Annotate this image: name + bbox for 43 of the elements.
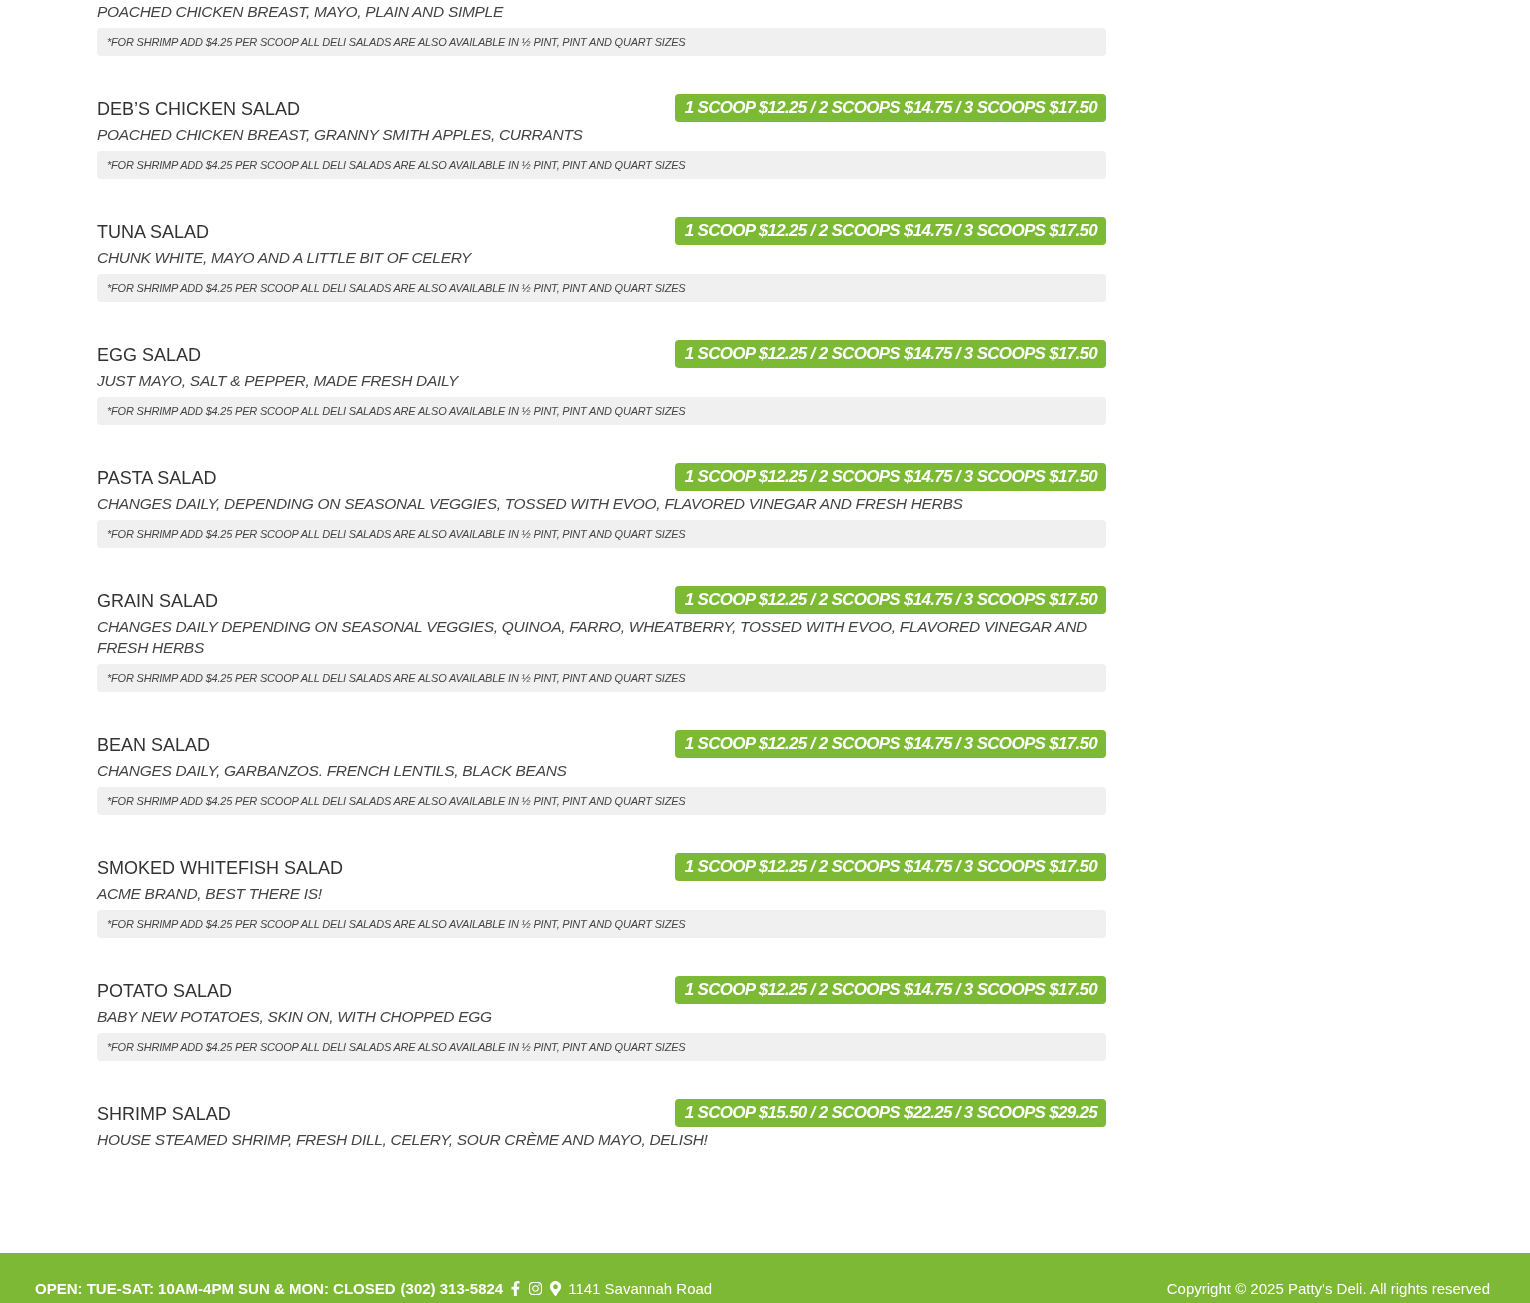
note-text: *FOR SHRIMP ADD $4.25 PER SCOOP ALL DELI SALADS ARE ALSO AVAILABLE IN ½ PINT, PINT AND QUART SIZES [107, 1041, 686, 1053]
item-name: SMOKED WHITEFISH SALAD [97, 856, 344, 879]
item-description: CHANGES DAILY, GARBANZOS. FRENCH LENTILS, BLACK BEANS [97, 761, 568, 781]
item-name: POTATO SALAD [97, 979, 233, 1002]
item-name: GRAIN SALAD [97, 589, 219, 612]
price-badge: 1 SCOOP $12.25 / 2 SCOOPS $14.75 / 3 SCOOPS $17.50 [674, 730, 1106, 758]
price-badge: 1 SCOOP $12.25 / 2 SCOOPS $14.75 / 3 SCOOPS $17.50 [674, 94, 1106, 122]
item-description: POACHED CHICKEN BREAST, MAYO, PLAIN AND SIMPLE [97, 2, 505, 22]
item-name: PASTA SALAD [97, 466, 217, 489]
opening-hours: OPEN: TUE-SAT: 10AM-4PM SUN & MON: CLOSED [35, 1280, 396, 1297]
item-description: BABY NEW POTATOES, SKIN ON, WITH CHOPPED EGG [97, 1007, 493, 1027]
note-text: *FOR SHRIMP ADD $4.25 PER SCOOP ALL DELI SALADS ARE ALSO AVAILABLE IN ½ PINT, PINT AND QUART SIZES [107, 36, 686, 48]
price-badge: 1 SCOOP $15.50 / 2 SCOOPS $22.25 / 3 SCOOPS $29.25 [674, 1099, 1106, 1127]
item-description: JUST MAYO, SALT & PEPPER, MADE FRESH DAILY [97, 371, 460, 391]
note-text: *FOR SHRIMP ADD $4.25 PER SCOOP ALL DELI SALADS ARE ALSO AVAILABLE IN ½ PINT, PINT AND QUART SIZES [107, 282, 686, 294]
item-description: POACHED CHICKEN BREAST, GRANNY SMITH APPLES, CURRANTS [97, 125, 584, 145]
map-pin-icon[interactable] [548, 1281, 564, 1296]
item-description: CHANGES DAILY, DEPENDING ON SEASONAL VEGGIES, TOSSED WITH EVOO, FLAVORED VINEGAR AND FRESH HERBS [97, 494, 964, 514]
copyright-text: Copyright © 2025 Patty's Deli. All rights reserved [1166, 1280, 1490, 1297]
item-name: TUNA SALAD [97, 220, 210, 243]
price-badge: 1 SCOOP $12.25 / 2 SCOOPS $14.75 / 3 SCOOPS $17.50 [674, 217, 1106, 245]
item-description: CHUNK WHITE, MAYO AND A LITTLE BIT OF CELERY [97, 248, 473, 268]
item-description: ACME BRAND, BEST THERE IS! [97, 884, 323, 904]
note-text: *FOR SHRIMP ADD $4.25 PER SCOOP ALL DELI SALADS ARE ALSO AVAILABLE IN ½ PINT, PINT AND QUART SIZES [107, 918, 686, 930]
price-badge: 1 SCOOP $12.25 / 2 SCOOPS $14.75 / 3 SCOOPS $17.50 [674, 340, 1106, 368]
note-text: *FOR SHRIMP ADD $4.25 PER SCOOP ALL DELI SALADS ARE ALSO AVAILABLE IN ½ PINT, PINT AND QUART SIZES [107, 528, 686, 540]
item-description: HOUSE STEAMED SHRIMP, FRESH DILL, CELERY, SOUR CRÈME AND MAYO, DELISH! [97, 1130, 709, 1150]
item-name: BEAN SALAD [97, 733, 211, 756]
instagram-icon[interactable] [528, 1281, 544, 1296]
item-description: CHANGES DAILY DEPENDING ON SEASONAL VEGGIES, QUINOA, FARRO, WHEATBERRY, TOSSED WITH EVOO, FLAVORED VINEGAR AND FRESH HERBS [97, 617, 1088, 658]
note-text: *FOR SHRIMP ADD $4.25 PER SCOOP ALL DELI SALADS ARE ALSO AVAILABLE IN ½ PINT, PINT AND QUART SIZES [107, 672, 686, 684]
note-text: *FOR SHRIMP ADD $4.25 PER SCOOP ALL DELI SALADS ARE ALSO AVAILABLE IN ½ PINT, PINT AND QUART SIZES [107, 159, 686, 171]
item-name: DEB’S CHICKEN SALAD [97, 97, 301, 120]
price-badge: 1 SCOOP $12.25 / 2 SCOOPS $14.75 / 3 SCOOPS $17.50 [674, 586, 1106, 614]
item-name: SHRIMP SALAD [97, 1102, 231, 1125]
price-badge: 1 SCOOP $12.25 / 2 SCOOPS $14.75 / 3 SCOOPS $17.50 [674, 463, 1106, 491]
address-link[interactable]: 1141 Savannah Road [568, 1280, 713, 1297]
price-badge: 1 SCOOP $12.25 / 2 SCOOPS $14.75 / 3 SCOOPS $17.50 [674, 853, 1106, 881]
phone-link[interactable]: (302) 313-5824 [400, 1280, 504, 1297]
note-text: *FOR SHRIMP ADD $4.25 PER SCOOP ALL DELI SALADS ARE ALSO AVAILABLE IN ½ PINT, PINT AND QUART SIZES [107, 405, 686, 417]
note-text: *FOR SHRIMP ADD $4.25 PER SCOOP ALL DELI SALADS ARE ALSO AVAILABLE IN ½ PINT, PINT AND QUART SIZES [107, 795, 686, 807]
item-name: EGG SALAD [97, 343, 202, 366]
price-badge: 1 SCOOP $12.25 / 2 SCOOPS $14.75 / 3 SCOOPS $17.50 [674, 976, 1106, 1004]
